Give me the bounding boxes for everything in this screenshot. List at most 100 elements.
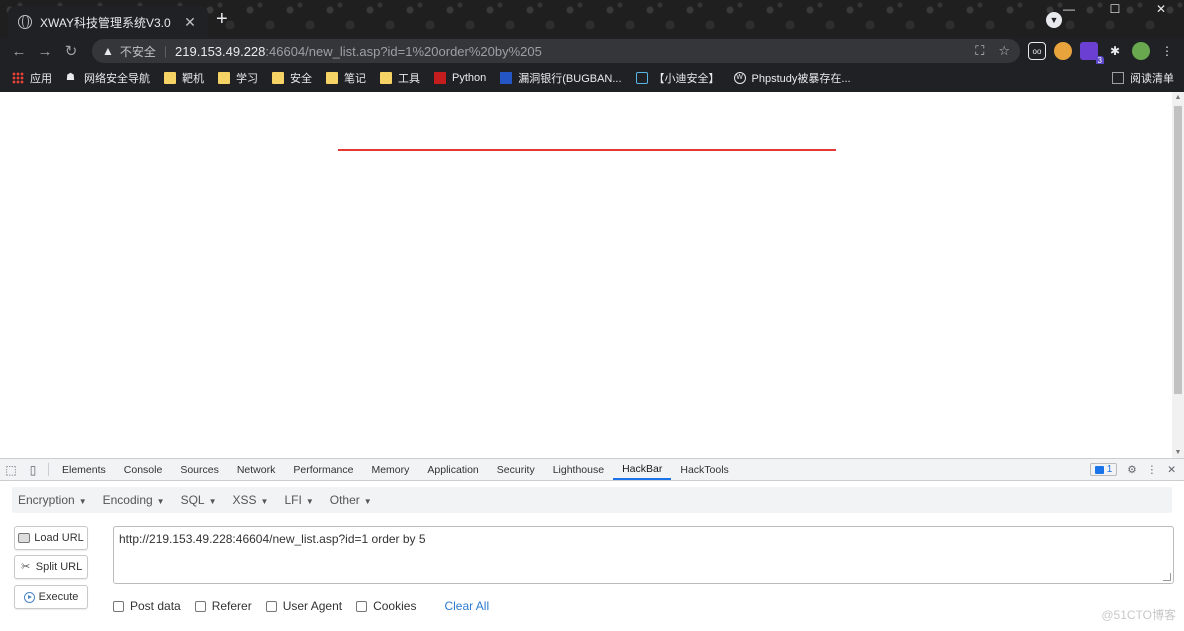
profile-avatar[interactable] bbox=[1132, 42, 1150, 60]
bookmark-folder-security[interactable]: 安全 bbox=[272, 70, 312, 86]
issues-icon bbox=[1094, 465, 1104, 474]
tab-performance[interactable]: Performance bbox=[284, 459, 362, 480]
back-button[interactable]: ← bbox=[6, 43, 32, 60]
bookmark-folder-tools[interactable]: 工具 bbox=[380, 70, 420, 86]
button-label: Split URL bbox=[35, 561, 83, 573]
bookmark-bugbank[interactable]: 漏洞银行(BUGBAN... bbox=[500, 70, 622, 86]
resize-grip-icon[interactable] bbox=[1163, 573, 1171, 581]
menu-label: Other bbox=[329, 493, 360, 507]
option-label: Referer bbox=[211, 599, 252, 613]
reload-button[interactable]: ↻ bbox=[58, 42, 84, 60]
bookmark-label: Phpstudy被暴存在... bbox=[751, 73, 851, 85]
tab-security[interactable]: Security bbox=[488, 459, 544, 480]
warning-icon[interactable]: ▲ bbox=[102, 44, 114, 58]
post-data-checkbox[interactable] bbox=[113, 600, 124, 612]
forward-button[interactable]: → bbox=[32, 43, 58, 60]
maximize-button[interactable]: ☐ bbox=[1092, 0, 1138, 20]
referer-checkbox[interactable] bbox=[194, 600, 206, 612]
page-scrollbar[interactable]: ▲ ▼ bbox=[1172, 92, 1184, 458]
extension-hexagon-icon[interactable]: 3 bbox=[1080, 42, 1104, 66]
extension-oo-icon[interactable]: oo bbox=[1028, 42, 1046, 60]
address-bar[interactable]: ▲ 不安全 | 219.153.49.228 :46604/new_list.a… bbox=[92, 39, 1020, 63]
insecure-label: 不安全 bbox=[119, 44, 156, 59]
bookmark-folder-notes[interactable]: 笔记 bbox=[326, 70, 366, 86]
browser-menu-icon[interactable]: ⋮ bbox=[1158, 42, 1176, 60]
menu-encryption[interactable]: Encryption ▼ bbox=[18, 493, 87, 507]
close-devtools-icon[interactable]: ✕ bbox=[1167, 464, 1176, 476]
inspect-element-icon[interactable]: ⬚ bbox=[0, 459, 22, 480]
reading-list-label: 阅读清单 bbox=[1130, 73, 1174, 85]
menu-encoding[interactable]: Encoding ▼ bbox=[103, 493, 165, 507]
scrollbar-thumb[interactable] bbox=[1174, 106, 1182, 394]
bookmark-security-nav[interactable]: ☗ 网络安全导航 bbox=[66, 70, 150, 86]
bookmark-label: Python bbox=[452, 72, 487, 84]
bookmark-label: 学习 bbox=[236, 73, 258, 85]
bookmark-xiaodi[interactable]: 【小迪安全】 bbox=[635, 70, 720, 86]
bookmark-folder-target[interactable]: 靶机 bbox=[164, 70, 204, 86]
bookmark-apps[interactable]: 应用 bbox=[12, 70, 52, 86]
bookmark-star-icon[interactable]: ☆ bbox=[998, 43, 1010, 59]
bookmark-label: 笔记 bbox=[344, 73, 366, 85]
tab-lighthouse[interactable]: Lighthouse bbox=[544, 459, 613, 480]
translate-icon[interactable]: ⛶ bbox=[975, 43, 984, 59]
bookmark-label: 靶机 bbox=[182, 73, 204, 85]
folder-icon bbox=[164, 72, 176, 84]
url-textarea[interactable]: http://219.153.49.228:46604/new_list.asp… bbox=[113, 526, 1174, 584]
option-label: Cookies bbox=[373, 599, 417, 613]
menu-sql[interactable]: SQL ▼ bbox=[181, 493, 217, 507]
extensions-area: oo 3 ✱ ⋮ bbox=[1028, 42, 1176, 66]
tab-console[interactable]: Console bbox=[115, 459, 172, 480]
load-url-button[interactable]: Load URL bbox=[14, 526, 88, 550]
devtools-actions: 1 ⚙ ⋮ ✕ bbox=[1089, 459, 1184, 480]
reading-list-button[interactable]: 阅读清单 bbox=[1112, 70, 1174, 86]
new-tab-button[interactable]: + bbox=[216, 9, 228, 29]
cookies-checkbox[interactable] bbox=[356, 600, 368, 612]
device-toolbar-icon[interactable]: ▯ bbox=[22, 459, 44, 480]
url-host: 219.153.49.228 bbox=[175, 43, 266, 59]
menu-xss[interactable]: XSS ▼ bbox=[233, 493, 269, 507]
split-url-button[interactable]: ✂ Split URL bbox=[14, 555, 88, 579]
execute-button[interactable]: Execute bbox=[14, 585, 88, 609]
settings-gear-icon[interactable]: ⚙ bbox=[1127, 464, 1136, 476]
play-icon bbox=[23, 591, 35, 603]
folder-icon bbox=[380, 72, 392, 84]
bookmark-phpstudy[interactable]: W Phpstudy被暴存在... bbox=[733, 70, 851, 86]
menu-lfi[interactable]: LFI ▼ bbox=[284, 493, 313, 507]
tab-network[interactable]: Network bbox=[228, 459, 285, 480]
caret-down-icon: ▼ bbox=[260, 497, 269, 506]
bookmark-python[interactable]: Python bbox=[434, 72, 486, 84]
python-icon bbox=[434, 72, 446, 84]
clear-all-link[interactable]: Clear All bbox=[444, 599, 489, 613]
extensions-puzzle-icon[interactable]: ✱ bbox=[1106, 42, 1124, 60]
user-agent-option[interactable]: User Agent bbox=[265, 599, 343, 613]
bookmark-label: 安全 bbox=[290, 73, 312, 85]
tab-sources[interactable]: Sources bbox=[171, 459, 228, 480]
tab-hacktools[interactable]: HackTools bbox=[671, 459, 737, 480]
menu-label: XSS bbox=[232, 493, 257, 507]
referer-option[interactable]: Referer bbox=[194, 599, 252, 613]
browser-toolbar: ← → ↻ ▲ 不安全 | 219.153.49.228 :46604/new_… bbox=[0, 38, 1184, 64]
tab-strip: XWAY科技管理系统V3.0 ✕ + ▼ — ☐ ✕ bbox=[0, 0, 1184, 38]
tab-application[interactable]: Application bbox=[418, 459, 487, 480]
site-icon: ☗ bbox=[66, 72, 75, 83]
bookmark-folder-study[interactable]: 学习 bbox=[218, 70, 258, 86]
folder-icon bbox=[218, 72, 230, 84]
browser-tab[interactable]: XWAY科技管理系统V3.0 ✕ bbox=[8, 6, 208, 38]
more-options-icon[interactable]: ⋮ bbox=[1147, 464, 1158, 476]
scroll-up-icon[interactable]: ▲ bbox=[1172, 94, 1184, 101]
tab-memory[interactable]: Memory bbox=[362, 459, 418, 480]
tab-close-icon[interactable]: ✕ bbox=[182, 14, 198, 31]
cookies-option[interactable]: Cookies bbox=[356, 599, 416, 613]
scroll-down-icon[interactable]: ▼ bbox=[1172, 449, 1184, 456]
extension-cookie-icon[interactable] bbox=[1054, 42, 1072, 60]
close-window-button[interactable]: ✕ bbox=[1138, 0, 1184, 20]
tab-elements[interactable]: Elements bbox=[53, 459, 115, 480]
user-agent-checkbox[interactable] bbox=[265, 600, 277, 612]
option-label: User Agent bbox=[282, 599, 343, 613]
post-data-option[interactable]: Post data bbox=[113, 599, 181, 613]
tab-hackbar[interactable]: HackBar bbox=[613, 459, 672, 480]
menu-other[interactable]: Other ▼ bbox=[330, 493, 372, 507]
minimize-button[interactable]: — bbox=[1046, 0, 1092, 20]
issues-badge[interactable]: 1 bbox=[1089, 463, 1118, 476]
bookmark-label: 【小迪安全】 bbox=[653, 73, 720, 85]
